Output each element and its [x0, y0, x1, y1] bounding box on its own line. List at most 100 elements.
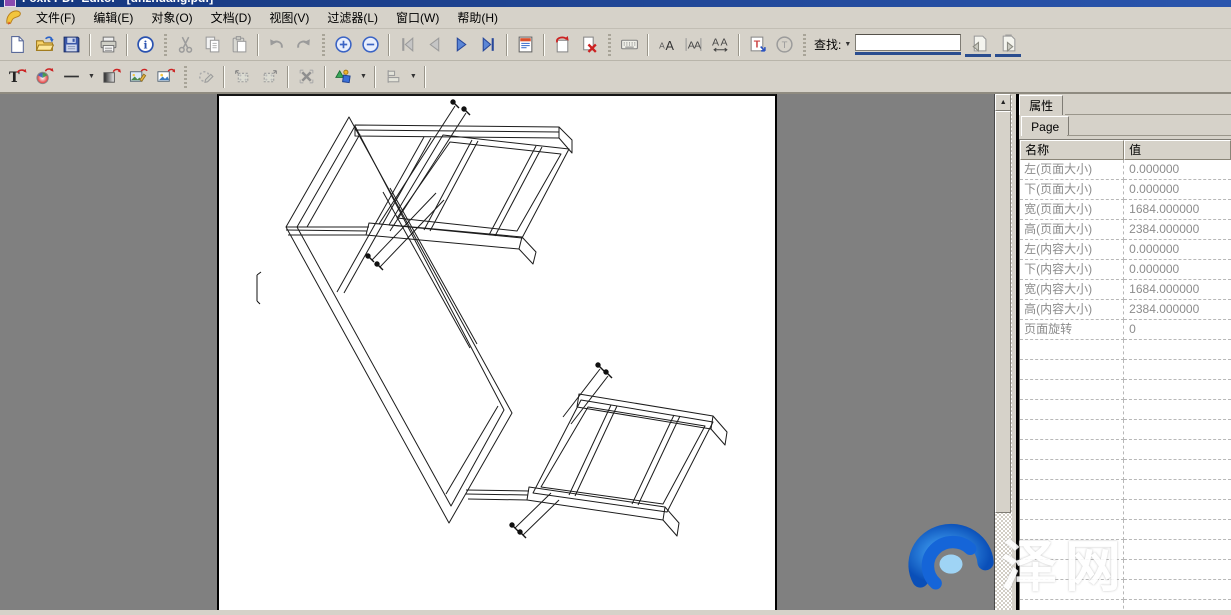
toolbar-gripper[interactable]: [608, 34, 611, 56]
menu-view[interactable]: 视图(V): [260, 7, 318, 28]
toolbar-separator: [223, 66, 225, 88]
dropdown-arrow[interactable]: ▼: [85, 73, 98, 80]
page-layout-icon: [516, 35, 535, 54]
add-text-button[interactable]: T: [4, 64, 31, 89]
undo-button[interactable]: [263, 32, 290, 57]
add-color-button[interactable]: [31, 64, 58, 89]
title-bar: Foxit PDF Editor - [dhzhuang.pdf]: [0, 0, 1231, 7]
menu-document[interactable]: 文档(D): [202, 7, 261, 28]
text-caret: [257, 272, 261, 304]
page-layout-button[interactable]: [512, 32, 539, 57]
property-value[interactable]: 2384.000000: [1124, 220, 1231, 240]
cut-button[interactable]: [172, 32, 199, 57]
zoom-out-button[interactable]: [357, 32, 384, 57]
document-info-button[interactable]: i: [132, 32, 159, 57]
first-page-button[interactable]: [394, 32, 421, 57]
find-previous-button[interactable]: [965, 32, 991, 57]
svg-text:A: A: [721, 37, 729, 49]
menu-object[interactable]: 对象(O): [142, 7, 201, 28]
property-value[interactable]: 0.000000: [1124, 260, 1231, 280]
find-next-button[interactable]: [995, 32, 1021, 57]
find-input[interactable]: [855, 34, 961, 51]
menu-help[interactable]: 帮助(H): [448, 7, 507, 28]
add-shading-icon: [102, 67, 121, 86]
tab-page[interactable]: Page: [1021, 116, 1069, 136]
keyboard-button[interactable]: [616, 32, 643, 57]
next-page-button[interactable]: [448, 32, 475, 57]
toolbar-gripper[interactable]: [164, 34, 167, 56]
property-value[interactable]: 1684.000000: [1124, 280, 1231, 300]
document-canvas[interactable]: [0, 94, 994, 610]
properties-tab[interactable]: 属性: [1019, 95, 1063, 115]
send-backward-button[interactable]: [229, 64, 256, 89]
char-width-button[interactable]: AA: [680, 32, 707, 57]
add-image-button[interactable]: [152, 64, 179, 89]
rotate-page-button[interactable]: [549, 32, 576, 57]
property-value[interactable]: 0: [1124, 320, 1231, 340]
property-value[interactable]: 0.000000: [1124, 180, 1231, 200]
menu-edit[interactable]: 编辑(E): [84, 7, 142, 28]
dropdown-arrow[interactable]: ▼: [407, 73, 420, 80]
zoom-in-button[interactable]: [330, 32, 357, 57]
find-label: 查找:: [814, 36, 841, 53]
paste-button[interactable]: [226, 32, 253, 57]
property-value[interactable]: 1684.000000: [1124, 200, 1231, 220]
copy-button[interactable]: [199, 32, 226, 57]
property-value[interactable]: 0.000000: [1124, 160, 1231, 180]
panel-title-strip: 属性: [1019, 94, 1231, 115]
vertical-scrollbar[interactable]: ▲: [994, 94, 1012, 610]
column-header-name[interactable]: 名称: [1020, 140, 1124, 160]
toolbar-separator: [287, 66, 289, 88]
last-page-button[interactable]: [475, 32, 502, 57]
print-button[interactable]: [95, 32, 122, 57]
toolbar-object: T ▼ ▼ ▼: [0, 61, 1231, 94]
svg-text:A: A: [665, 39, 674, 53]
toolbar-gripper[interactable]: [803, 34, 806, 56]
menu-file[interactable]: 文件(F): [27, 7, 84, 28]
clone-tool-button[interactable]: [192, 64, 219, 89]
align-objects-icon: [384, 67, 403, 86]
previous-page-button[interactable]: [421, 32, 448, 57]
svg-text:A: A: [712, 37, 720, 49]
menu-bar: 文件(F)编辑(E)对象(O)文档(D)视图(V)过滤器(L)窗口(W)帮助(H…: [0, 7, 1231, 29]
property-value[interactable]: 0.000000: [1124, 240, 1231, 260]
text-mode-button[interactable]: T: [771, 32, 798, 57]
dropdown-arrow[interactable]: ▼: [357, 73, 370, 80]
toolbar-separator: [374, 66, 376, 88]
bring-forward-button[interactable]: [256, 64, 283, 89]
menu-window[interactable]: 窗口(W): [387, 7, 448, 28]
menu-filter[interactable]: 过滤器(L): [318, 7, 387, 28]
insert-text-button[interactable]: T: [744, 32, 771, 57]
font-size-button[interactable]: AA: [653, 32, 680, 57]
line-style-button[interactable]: [58, 64, 85, 89]
toolbar-separator: [126, 34, 128, 56]
add-color-icon: [35, 67, 54, 86]
redo-button[interactable]: [290, 32, 317, 57]
new-document-button[interactable]: [4, 32, 31, 57]
zoom-out-icon: [361, 35, 380, 54]
property-row-empty: [1124, 580, 1231, 600]
send-backward-icon: [233, 67, 252, 86]
delete-object-button[interactable]: [293, 64, 320, 89]
open-file-button[interactable]: [31, 32, 58, 57]
align-objects-button[interactable]: [380, 64, 407, 89]
pdf-page[interactable]: [217, 94, 777, 610]
delete-page-button[interactable]: [576, 32, 603, 57]
last-page-icon: [479, 35, 498, 54]
property-value[interactable]: 2384.000000: [1124, 300, 1231, 320]
scroll-up-button[interactable]: ▲: [995, 94, 1011, 111]
toolbar-separator: [543, 34, 545, 56]
add-shading-button[interactable]: [98, 64, 125, 89]
previous-page-icon: [425, 35, 444, 54]
char-spacing-button[interactable]: AA: [707, 32, 734, 57]
paste-icon: [230, 35, 249, 54]
toolbar-gripper[interactable]: [184, 66, 187, 88]
find-dropdown-arrow[interactable]: ▼: [844, 41, 851, 48]
toolbar-gripper[interactable]: [322, 34, 325, 56]
edit-image-button[interactable]: [125, 64, 152, 89]
scrollbar-thumb[interactable]: [995, 111, 1011, 513]
insert-shape-button[interactable]: [330, 64, 357, 89]
column-header-value[interactable]: 值: [1124, 140, 1231, 160]
save-file-button[interactable]: [58, 32, 85, 57]
property-name: 宽(内容大小): [1020, 280, 1124, 300]
